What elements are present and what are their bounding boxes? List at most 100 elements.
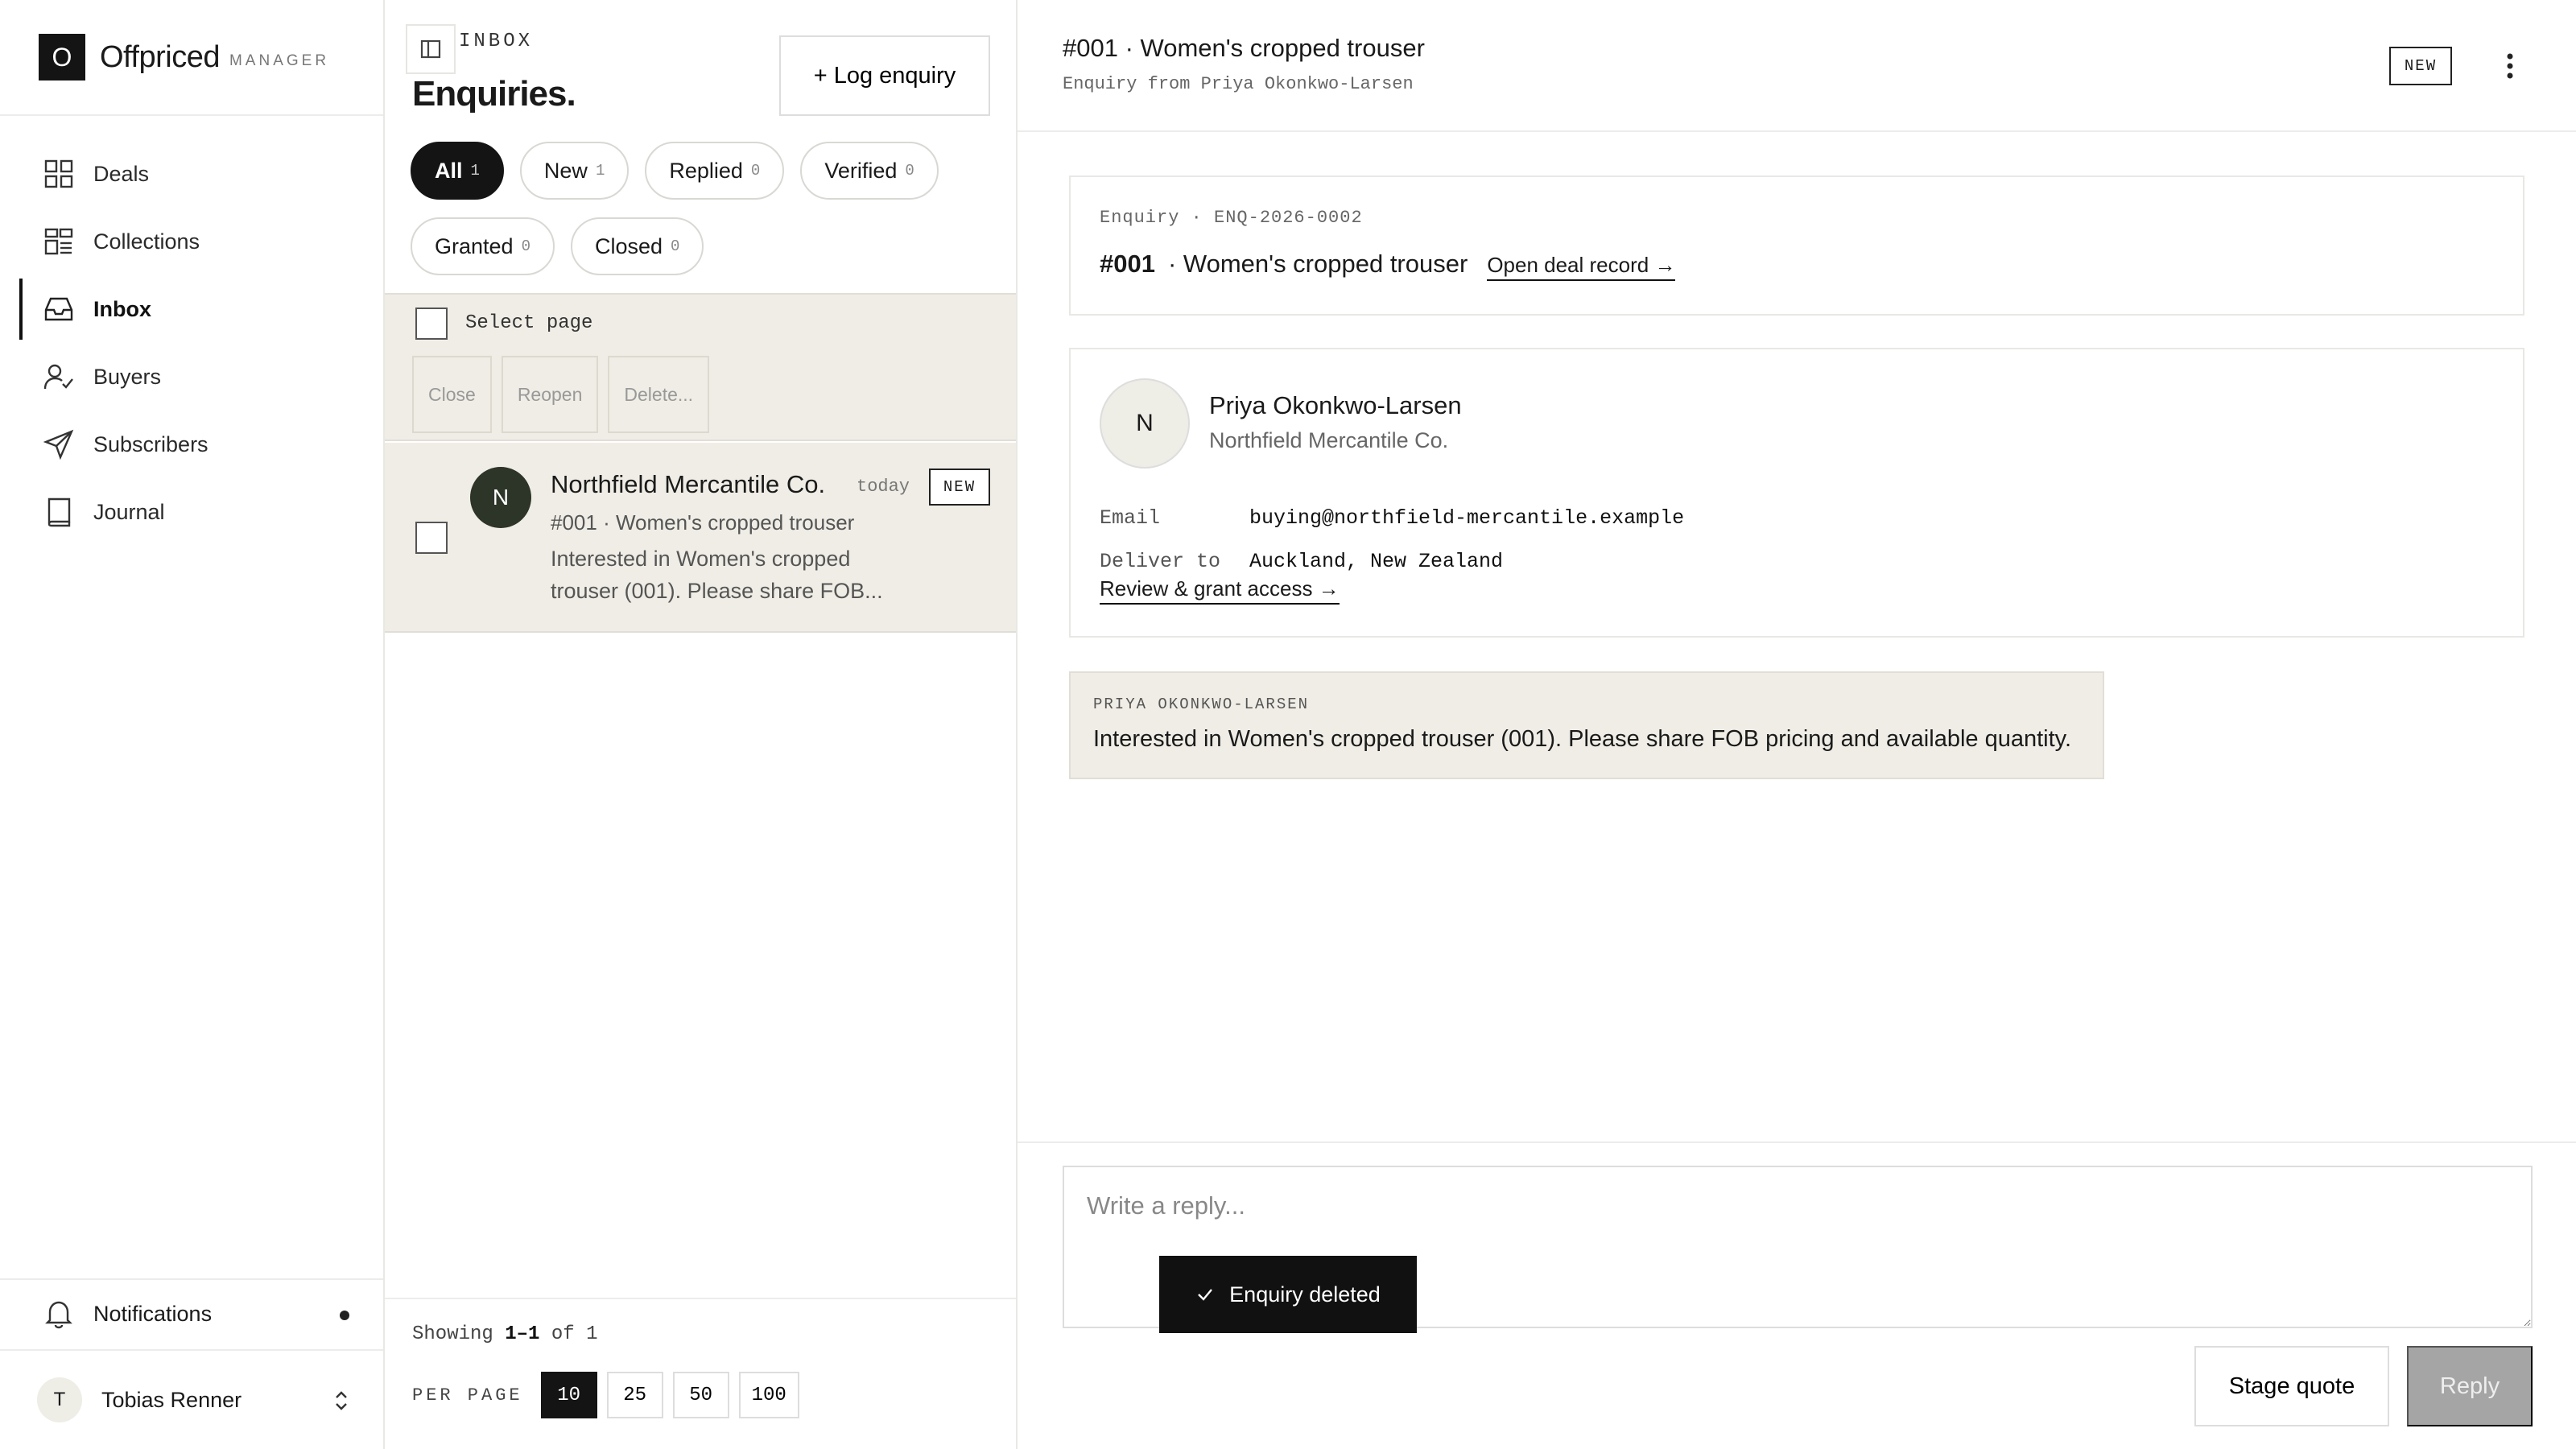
toast-notification: Enquiry deleted — [1159, 1256, 1417, 1333]
stage-quote-button[interactable]: Stage quote — [2194, 1346, 2389, 1426]
sidebar-item-collections[interactable]: Collections — [0, 208, 383, 275]
pagination-summary: Showing 1–1 of 1 — [412, 1323, 597, 1345]
divider — [0, 1349, 383, 1351]
contact-company: Northfield Mercantile Co. — [1209, 428, 1449, 452]
enquiry-meta: Enquiry · ENQ-2026-0002 — [1100, 208, 1363, 228]
brand-name: Offpriced — [100, 39, 220, 74]
filter-chip-verified[interactable]: Verified 0 — [800, 142, 939, 200]
row-checkbox[interactable] — [415, 522, 448, 554]
field-label: Email — [1100, 506, 1161, 530]
chip-label: Replied — [669, 158, 743, 183]
chip-count: 0 — [750, 162, 761, 180]
sidebar-nav: Deals Collections Inbox Buyers Subscribe… — [0, 140, 383, 546]
sidebar-item-buyers[interactable]: Buyers — [0, 343, 383, 411]
showing-range: 1–1 — [505, 1323, 540, 1345]
sidebar: O Offpriced MANAGER Deals Collections In… — [0, 0, 385, 1449]
row-preview: Interested in Women's cropped trouser (0… — [551, 547, 883, 603]
sidebar-item-deals[interactable]: Deals — [0, 140, 383, 208]
select-page-checkbox[interactable] — [415, 308, 448, 340]
sidebar-item-label: Deals — [93, 161, 150, 186]
notifications-label: Notifications — [93, 1301, 213, 1326]
sidebar-toggle-button[interactable] — [406, 24, 456, 74]
chip-label: Closed — [594, 233, 663, 258]
message-bubble: PRIYA OKONKWO-LARSEN Interested in Women… — [1069, 671, 2104, 779]
review-grant-link[interactable]: Review & grant access → — [1100, 576, 1340, 605]
divider — [0, 1278, 383, 1280]
log-enquiry-button[interactable]: + Log enquiry — [779, 35, 990, 116]
detail-subtitle: Enquiry from Priya Okonkwo-Larsen — [1063, 74, 1414, 94]
message-sender: PRIYA OKONKWO-LARSEN — [1093, 696, 1310, 713]
message-body: Interested in Women's cropped trouser (0… — [1093, 726, 2072, 752]
per-page-option[interactable]: 25 — [606, 1372, 663, 1418]
deal-number: #001 — [1100, 250, 1155, 278]
more-vertical-icon — [2505, 52, 2515, 80]
contact-card: N Priya Okonkwo-Larsen Northfield Mercan… — [1069, 348, 2524, 638]
bulk-delete-button[interactable]: Delete... — [608, 356, 710, 433]
enquiry-list-panel: INBOX Enquiries. + Log enquiry All 1 New… — [385, 0, 1018, 1449]
reply-button[interactable]: Reply — [2407, 1346, 2533, 1426]
filter-chip-new[interactable]: New 1 — [519, 142, 630, 200]
row-time: today — [857, 477, 910, 497]
chip-count: 1 — [470, 162, 480, 180]
chip-label: Granted — [435, 233, 514, 258]
user-check-icon — [43, 361, 74, 392]
showing-prefix: Showing — [412, 1323, 493, 1345]
deal-title: · Women's cropped trouser — [1167, 250, 1468, 278]
per-page-option[interactable]: 10 — [540, 1372, 597, 1418]
open-deal-link[interactable]: Open deal record → — [1487, 253, 1676, 281]
row-subject: #001 · Women's cropped trouser — [551, 510, 855, 535]
collections-icon — [43, 226, 74, 257]
chip-label: Verified — [824, 158, 898, 183]
sidebar-item-label: Subscribers — [93, 431, 208, 456]
contact-fields: Email buying@northfield-mercantile.examp… — [1100, 496, 1684, 583]
more-options-button[interactable] — [2494, 48, 2526, 84]
check-icon — [1198, 1289, 1213, 1301]
filter-chip-replied[interactable]: Replied 0 — [645, 142, 785, 200]
notifications-button[interactable]: Notifications — [43, 1293, 349, 1335]
divider — [0, 114, 383, 116]
select-page-label: Select page — [465, 312, 593, 334]
contact-row-email: Email buying@northfield-mercantile.examp… — [1100, 496, 1684, 539]
brand[interactable]: O Offpriced MANAGER — [39, 34, 329, 80]
contact-deliver-to: Auckland, New Zealand — [1249, 549, 1504, 573]
contact-email[interactable]: buying@northfield-mercantile.example — [1249, 506, 1684, 530]
bulk-close-button[interactable]: Close — [412, 356, 492, 433]
chip-count: 0 — [671, 237, 680, 255]
bulk-reopen-button[interactable]: Reopen — [501, 356, 599, 433]
page-title: Enquiries. — [412, 74, 576, 114]
app-root: O Offpriced MANAGER Deals Collections In… — [0, 0, 2576, 1449]
user-menu[interactable]: T Tobias Renner — [37, 1377, 351, 1423]
per-page-label: PER PAGE — [412, 1385, 523, 1406]
filter-chips: All 1 New 1 Replied 0 Verified 0 Granted… — [411, 142, 998, 275]
enquiry-detail-panel: #001 · Women's cropped trouser Enquiry f… — [1018, 0, 2576, 1449]
bulk-actions-bar: Select page Close Reopen Delete... — [385, 293, 1016, 441]
divider — [1018, 130, 2576, 132]
send-icon — [43, 429, 74, 460]
avatar: T — [37, 1377, 82, 1422]
sidebar-item-label: Journal — [93, 499, 165, 524]
filter-chip-granted[interactable]: Granted 0 — [411, 217, 555, 275]
per-page-option[interactable]: 50 — [672, 1372, 729, 1418]
list-item[interactable]: N Northfield Mercantile Co. today NEW #0… — [385, 443, 1016, 633]
avatar: N — [470, 467, 531, 528]
filter-chip-all[interactable]: All 1 — [411, 142, 504, 200]
sidebar-item-journal[interactable]: Journal — [0, 478, 383, 546]
brand-logo: O — [39, 34, 85, 80]
status-badge: NEW — [929, 469, 990, 506]
sidebar-panel-icon — [419, 38, 442, 60]
toast-message: Enquiry deleted — [1229, 1282, 1381, 1307]
detail-title: #001 · Women's cropped trouser — [1063, 34, 1425, 62]
filter-chip-closed[interactable]: Closed 0 — [570, 217, 704, 275]
sidebar-item-inbox[interactable]: Inbox — [0, 275, 383, 343]
sidebar-item-label: Collections — [93, 229, 200, 254]
user-name: Tobias Renner — [101, 1387, 242, 1412]
sidebar-item-label: Buyers — [93, 364, 162, 389]
chevron-up-down-icon — [332, 1389, 351, 1412]
status-badge: NEW — [2389, 47, 2452, 85]
row-company: Northfield Mercantile Co. — [551, 470, 826, 498]
per-page-selector: PER PAGE 10 25 50 100 — [412, 1372, 809, 1418]
chip-count: 0 — [905, 162, 914, 180]
sidebar-item-subscribers[interactable]: Subscribers — [0, 411, 383, 478]
chip-label: New — [543, 158, 588, 183]
per-page-option[interactable]: 100 — [738, 1372, 799, 1418]
